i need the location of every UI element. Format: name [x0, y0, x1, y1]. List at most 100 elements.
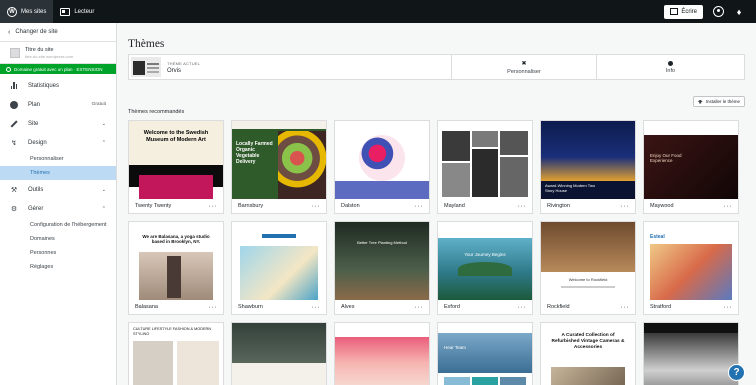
help-question-icon: ?: [733, 367, 740, 378]
gear-icon: ⚙: [10, 205, 18, 213]
sidebar-subitem-people[interactable]: Personnes: [0, 246, 116, 260]
theme-screenshot[interactable]: Welcome to Rockfield: [541, 222, 635, 300]
info-button[interactable]: Info: [596, 55, 744, 79]
reader-icon: [60, 7, 71, 16]
sidebar-subitem-hosting[interactable]: Configuration de l'hébergement: [0, 218, 116, 232]
more-options-icon[interactable]: ···: [415, 304, 424, 311]
sidebar-subitem-themes[interactable]: Thèmes: [0, 166, 116, 180]
theme-screenshot[interactable]: Your Journey Begins: [438, 222, 532, 300]
sidebar-item-label: Statistiques: [28, 82, 60, 89]
sidebar-nav: Statistiques Plan Gratuit Site ⌄ ↯ Desig…: [0, 74, 116, 274]
sidebar-item-plan[interactable]: Plan Gratuit: [0, 95, 116, 114]
theme-screenshot[interactable]: Award-Winning Modern Two Story House: [541, 121, 635, 199]
sidebar-item-label: Plan: [28, 101, 41, 108]
notifications-bell-icon[interactable]: ♦: [734, 7, 744, 17]
chevron-up-icon: ⌃: [101, 139, 106, 146]
more-options-icon[interactable]: ···: [724, 203, 733, 210]
theme-screenshot[interactable]: We are Balasana, a yoga studio based in …: [129, 222, 223, 300]
customize-button[interactable]: ✖ Personnaliser: [451, 55, 596, 79]
reader-button[interactable]: Lecteur: [53, 0, 101, 23]
more-options-icon[interactable]: ···: [312, 203, 321, 210]
write-icon: [670, 8, 679, 15]
theme-name: Maywood: [650, 203, 674, 209]
sidebar-item-manage[interactable]: ⚙ Gérer ⌃: [0, 199, 116, 218]
my-sites-label: Mes sites: [21, 8, 47, 15]
sidebar-item-tools[interactable]: ⚒ Outils ⌄: [0, 180, 116, 199]
theme-card-twenty-twenty[interactable]: Welcome to the Swedish Museum of Modern …: [128, 120, 224, 214]
sidebar-item-site[interactable]: Site ⌄: [0, 114, 116, 133]
theme-screenshot[interactable]: CULTURE LIFESTYLE FASHION & MODERN STYLI…: [129, 323, 223, 385]
theme-headline: Hear Team: [444, 345, 466, 350]
sidebar-item-design[interactable]: ↯ Design ⌃: [0, 133, 116, 152]
theme-name: Balasana: [135, 304, 158, 310]
help-button[interactable]: ?: [728, 364, 745, 381]
sidebar-item-label: Site: [28, 120, 39, 127]
write-button[interactable]: Écrire: [664, 4, 703, 19]
theme-screenshot[interactable]: Better Tree Planting Method: [335, 222, 429, 300]
sidebar-item-label: Outils: [28, 186, 44, 193]
upload-icon: [697, 99, 703, 104]
theme-screenshot[interactable]: A Curated Collection of Refurbished Vint…: [541, 323, 635, 385]
theme-card[interactable]: [231, 322, 327, 385]
theme-headline: CULTURE LIFESTYLE FASHION & MODERN STYLI…: [133, 327, 211, 336]
theme-card[interactable]: A Curated Collection of Refurbished Vint…: [540, 322, 636, 385]
more-options-icon[interactable]: ···: [518, 203, 527, 210]
more-options-icon[interactable]: ···: [621, 203, 630, 210]
theme-card[interactable]: [334, 322, 430, 385]
sidebar-item-label: Gérer: [28, 205, 44, 212]
more-options-icon[interactable]: ···: [312, 304, 321, 311]
profile-avatar-icon[interactable]: [713, 6, 724, 17]
current-theme-label: THÈME ACTUEL: [167, 60, 201, 66]
theme-headline: Esteal: [650, 234, 665, 240]
theme-screenshot[interactable]: Enjoy Our Food Experience: [644, 121, 738, 199]
theme-card-rockfield[interactable]: Welcome to Rockfield Rockfield ···: [540, 221, 636, 315]
sidebar-subitem-settings[interactable]: Réglages: [0, 260, 116, 274]
sidebar-item-label: Design: [28, 139, 47, 146]
theme-card[interactable]: [643, 322, 739, 385]
sidebar-item-stats[interactable]: Statistiques: [0, 76, 116, 95]
theme-screenshot[interactable]: [644, 323, 738, 385]
sidebar-subitem-domains[interactable]: Domaines: [0, 232, 116, 246]
current-theme-thumbnail[interactable]: [131, 57, 161, 77]
theme-name: Rivington: [547, 203, 570, 209]
free-domain-banner[interactable]: Domaine gratuit avec un plan · EXTENSION: [0, 64, 116, 74]
theme-card-barnsbury[interactable]: Locally Farmed Organic Vegetable Deliver…: [231, 120, 327, 214]
theme-screenshot[interactable]: Welcome to the Swedish Museum of Modern …: [129, 121, 223, 199]
theme-card-maywood[interactable]: Enjoy Our Food Experience Maywood ···: [643, 120, 739, 214]
theme-card-mayland[interactable]: Mayland ···: [437, 120, 533, 214]
theme-screenshot[interactable]: Hear Team: [438, 323, 532, 385]
sidebar-subitem-customize[interactable]: Personnaliser: [0, 152, 116, 166]
more-options-icon[interactable]: ···: [209, 304, 218, 311]
theme-screenshot[interactable]: [335, 323, 429, 385]
theme-screenshot[interactable]: [232, 323, 326, 385]
theme-card[interactable]: Hear Team: [437, 322, 533, 385]
customize-label: Personnaliser: [507, 68, 541, 75]
theme-card-exford[interactable]: Your Journey Begins Exford ···: [437, 221, 533, 315]
masterbar: W Mes sites Lecteur Écrire ♦: [0, 0, 756, 23]
change-site-button[interactable]: ‹ Changer de site: [0, 23, 116, 42]
theme-screenshot[interactable]: [232, 222, 326, 300]
theme-card-stratford[interactable]: Esteal Stratford ···: [643, 221, 739, 315]
more-options-icon[interactable]: ···: [415, 203, 424, 210]
theme-screenshot[interactable]: Locally Farmed Organic Vegetable Deliver…: [232, 121, 326, 199]
more-options-icon[interactable]: ···: [209, 203, 218, 210]
more-options-icon[interactable]: ···: [724, 304, 733, 311]
theme-card-alves[interactable]: Better Tree Planting Method Alves ···: [334, 221, 430, 315]
theme-screenshot[interactable]: [335, 121, 429, 199]
theme-card-rivington[interactable]: Award-Winning Modern Two Story House Riv…: [540, 120, 636, 214]
stats-icon: [9, 82, 19, 89]
theme-screenshot[interactable]: [438, 121, 532, 199]
my-sites-button[interactable]: W Mes sites: [0, 0, 54, 23]
more-options-icon[interactable]: ···: [518, 304, 527, 311]
theme-card-dalston[interactable]: Dalston ···: [334, 120, 430, 214]
install-theme-button[interactable]: Installer le thème: [692, 96, 745, 107]
theme-screenshot[interactable]: Esteal: [644, 222, 738, 300]
info-label: Info: [665, 67, 676, 74]
current-site-card[interactable]: Titre du site titre-du-site.wordpress.co…: [0, 42, 116, 64]
theme-card-shawburn[interactable]: Shawburn ···: [231, 221, 327, 315]
more-options-icon[interactable]: ···: [621, 304, 630, 311]
theme-card[interactable]: CULTURE LIFESTYLE FASHION & MODERN STYLI…: [128, 322, 224, 385]
theme-name: Exford: [444, 304, 460, 310]
theme-name: Mayland: [444, 203, 465, 209]
theme-card-balasana[interactable]: We are Balasana, a yoga studio based in …: [128, 221, 224, 315]
